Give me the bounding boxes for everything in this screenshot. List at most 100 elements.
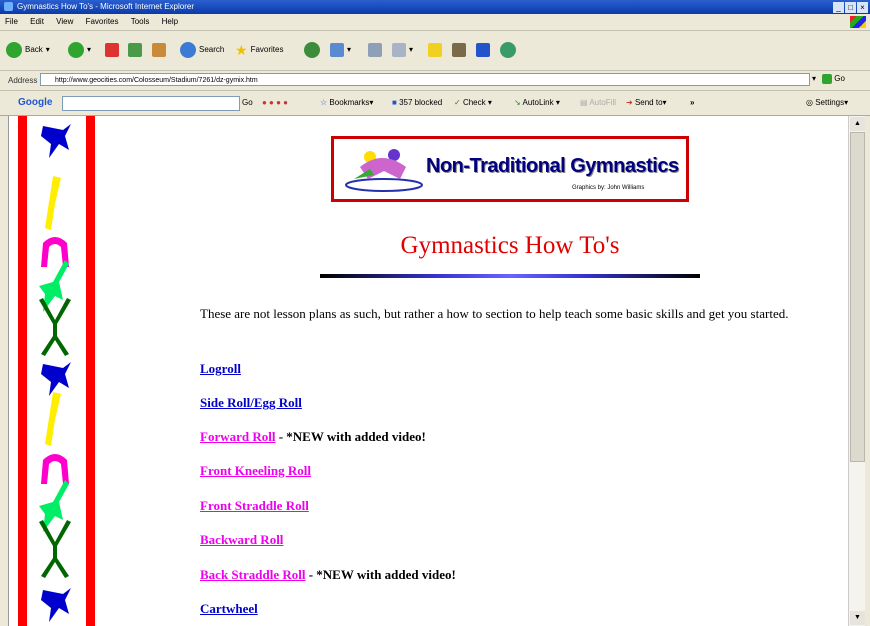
settings-button[interactable]: ◎ Settings▾	[806, 98, 848, 107]
spellcheck-button[interactable]: ✓ Check ▾	[454, 98, 492, 107]
scrollbar-thumb[interactable]	[850, 132, 865, 462]
bluetooth-button[interactable]	[476, 41, 490, 59]
link-backward-roll[interactable]: Backward Roll	[200, 532, 283, 547]
link-back-straddle-roll[interactable]: Back Straddle Roll	[200, 567, 305, 582]
link-front-straddle-roll[interactable]: Front Straddle Roll	[200, 498, 309, 513]
mail-button[interactable]: ▾	[330, 41, 351, 59]
favorites-label: Favorites	[250, 45, 284, 54]
link-note: - *NEW with added video!	[305, 567, 456, 582]
gymnasts-logo-icon	[345, 149, 423, 192]
horizontal-rule	[320, 274, 700, 278]
google-logo[interactable]: Google	[18, 97, 52, 108]
ie-logo-icon	[4, 2, 13, 11]
close-button[interactable]: ×	[857, 2, 868, 13]
page-content: Non-Traditional Gymnastics Graphics by: …	[0, 116, 848, 626]
autolink-icon: ↘	[514, 98, 521, 107]
back-label: Back	[25, 45, 43, 54]
menu-edit[interactable]: Edit	[30, 17, 44, 26]
stop-button[interactable]	[105, 41, 119, 59]
discuss-icon	[428, 43, 442, 57]
google-go-button[interactable]: Go	[242, 98, 253, 107]
bookmarks-label: Bookmarks▾	[329, 98, 374, 107]
menu-favorites[interactable]: Favorites	[86, 17, 119, 26]
windows-flag-icon	[850, 16, 866, 28]
minimize-button[interactable]: _	[833, 2, 844, 13]
go-button[interactable]: Go	[822, 74, 845, 84]
dropdown-arrow-icon: ▾	[347, 45, 352, 54]
list-item: Front Straddle Roll	[200, 498, 309, 514]
refresh-icon	[128, 43, 142, 57]
sendto-button[interactable]: ➜ Send to▾	[626, 98, 667, 107]
maximize-button[interactable]: □	[845, 2, 856, 13]
dropdown-arrow-icon: ▾	[409, 45, 414, 54]
list-item: Backward Roll	[200, 532, 283, 548]
research-button[interactable]	[452, 41, 466, 59]
sendto-label: Send to▾	[634, 98, 667, 107]
search-button[interactable]: Search	[180, 41, 224, 59]
scroll-down-icon[interactable]: ▼	[850, 611, 865, 625]
history-icon	[304, 42, 320, 58]
bookmarks-button[interactable]: ☆ Bookmarks▾	[320, 98, 373, 107]
star-icon: ☆	[320, 98, 328, 107]
dropdown-arrow-icon: ▾	[45, 45, 50, 54]
window-title: Gymnastics How To's - Microsoft Internet…	[17, 2, 194, 11]
menu-tools[interactable]: Tools	[131, 17, 150, 26]
standard-toolbar: Back ▾ ▾ Search ★ Favorites ▾ ▾	[0, 31, 870, 71]
go-arrow-icon	[822, 74, 832, 84]
banner-title: Non-Traditional Gymnastics	[426, 155, 679, 177]
edit-button[interactable]: ▾	[392, 41, 413, 59]
address-dropdown-icon[interactable]: ▾	[812, 74, 816, 83]
page-title: Gymnastics How To's	[400, 232, 620, 259]
toolbar-overflow-icon[interactable]: »	[690, 98, 694, 107]
google-search-input[interactable]	[62, 96, 240, 111]
sendto-icon: ➜	[626, 98, 633, 107]
address-input[interactable]: http://www.geocities.com/Colosseum/Stadi…	[40, 73, 810, 86]
google-icons-group-icon[interactable]: ● ● ● ●	[262, 98, 288, 107]
star-icon: ★	[235, 42, 248, 58]
scroll-up-icon[interactable]: ▲	[850, 117, 865, 131]
menu-file[interactable]: File	[5, 17, 18, 26]
stop-icon	[105, 43, 119, 57]
back-button[interactable]: Back ▾	[6, 41, 50, 59]
list-item: Logroll	[200, 361, 241, 377]
refresh-button[interactable]	[128, 41, 142, 59]
menu-view[interactable]: View	[56, 17, 73, 26]
autofill-button[interactable]: ▤ AutoFill	[580, 98, 616, 107]
edit-icon	[392, 43, 406, 57]
decorative-red-stripe	[86, 116, 95, 626]
back-arrow-icon	[6, 42, 22, 58]
mail-icon	[330, 43, 344, 57]
forward-button[interactable]: ▾	[68, 41, 91, 59]
menu-help[interactable]: Help	[162, 17, 178, 26]
link-logroll[interactable]: Logroll	[200, 361, 241, 376]
print-button[interactable]	[368, 41, 382, 59]
autolink-button[interactable]: ↘ AutoLink ▾	[514, 98, 560, 107]
check-label: Check ▾	[462, 98, 492, 107]
home-icon	[152, 43, 166, 57]
gymnast-figure-icon	[39, 520, 71, 578]
link-cartwheel[interactable]: Cartwheel	[200, 601, 258, 616]
window-controls: _ □ ×	[832, 1, 868, 15]
link-side-roll[interactable]: Side Roll/Egg Roll	[200, 395, 302, 410]
home-button[interactable]	[152, 41, 166, 59]
history-button[interactable]	[304, 41, 320, 59]
autofill-icon: ▤	[580, 98, 588, 107]
google-logo-text: Google	[18, 97, 53, 108]
list-item: Front Kneeling Roll	[200, 463, 311, 479]
messenger-button[interactable]	[500, 41, 516, 59]
vertical-scrollbar[interactable]: ▲ ▼	[848, 116, 866, 626]
link-front-kneeling-roll[interactable]: Front Kneeling Roll	[200, 463, 311, 478]
menu-bar: File Edit View Favorites Tools Help	[0, 14, 870, 31]
search-icon	[180, 42, 196, 58]
intro-paragraph: These are not lesson plans as such, but …	[200, 306, 789, 321]
window-titlebar: Gymnastics How To's - Microsoft Internet…	[0, 0, 870, 14]
print-icon	[368, 43, 382, 57]
link-forward-roll[interactable]: Forward Roll	[200, 429, 275, 444]
list-item: Back Straddle Roll - *NEW with added vid…	[200, 567, 456, 583]
list-item: Cartwheel	[200, 601, 258, 617]
gymnast-figure-icon	[45, 176, 61, 230]
favorites-button[interactable]: ★ Favorites	[235, 41, 283, 59]
forward-arrow-icon	[68, 42, 84, 58]
popup-blocked-button[interactable]: ■ 357 blocked	[392, 98, 442, 107]
discuss-button[interactable]	[428, 41, 442, 59]
